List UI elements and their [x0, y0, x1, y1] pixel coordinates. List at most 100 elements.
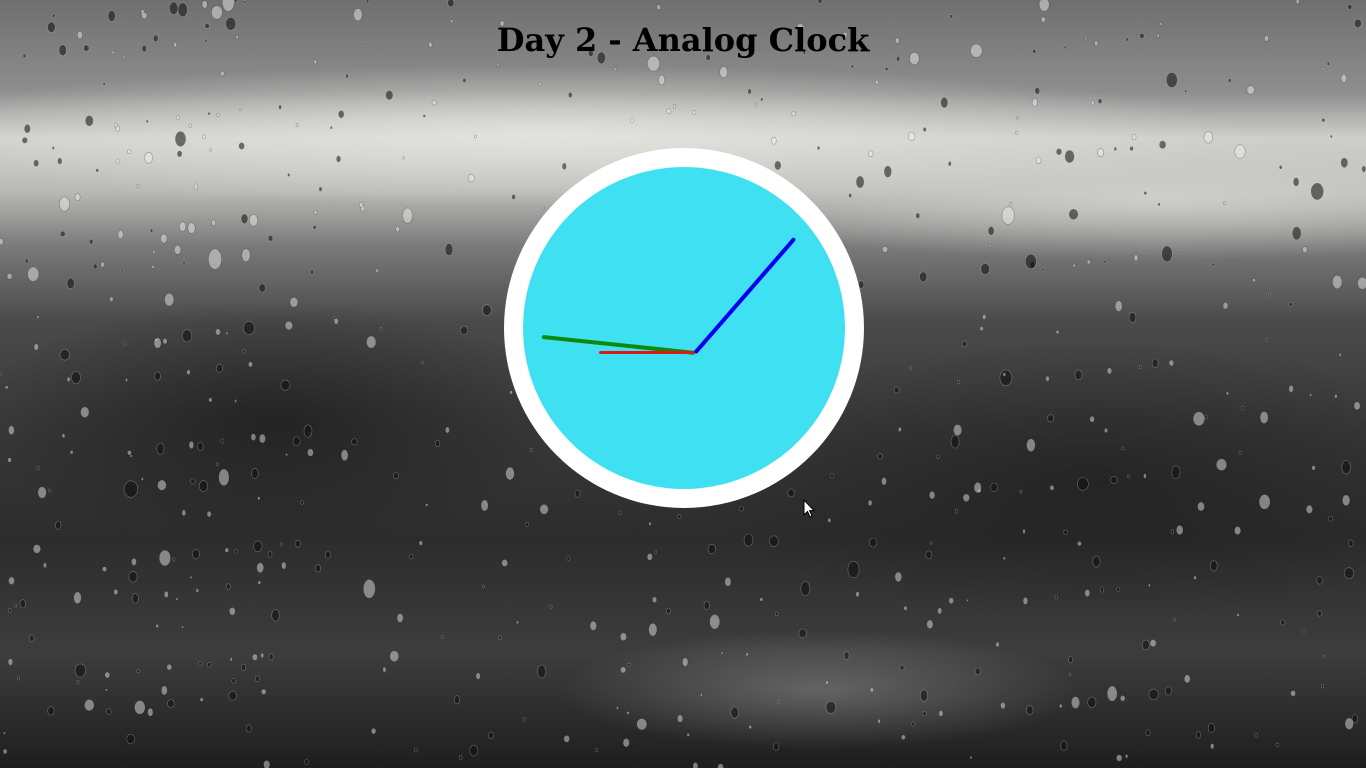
rain-drop: [566, 556, 571, 561]
rain-drop: [800, 581, 811, 596]
rain-drop: [238, 142, 245, 150]
rain-drop: [948, 597, 954, 605]
rain-drop: [271, 609, 280, 622]
rain-drop: [1127, 474, 1131, 479]
rain-drop: [529, 447, 533, 452]
rain-drop: [1100, 586, 1105, 593]
rain-drop: [241, 248, 251, 262]
rain-drop: [24, 258, 29, 264]
rain-drop: [1089, 415, 1095, 423]
rain-drop: [294, 540, 301, 548]
rain-drop: [1000, 701, 1006, 710]
rain-drop: [202, 134, 206, 140]
rain-drop: [181, 509, 187, 517]
rain-drop: [1161, 245, 1173, 263]
rain-drop: [947, 161, 952, 167]
rain-drop: [1227, 78, 1232, 83]
rain-drop: [74, 193, 81, 201]
rain-drop: [874, 79, 879, 85]
rain-drop: [3, 731, 6, 735]
rain-drop: [179, 221, 187, 232]
rain-drop: [894, 571, 902, 583]
rain-drop: [176, 150, 183, 158]
rain-drop: [595, 747, 599, 753]
rain-drop: [1210, 743, 1215, 750]
rain-drop: [1060, 740, 1068, 752]
rain-drop: [1068, 656, 1074, 663]
rain-drop: [261, 688, 267, 695]
rain-drop: [877, 718, 881, 724]
rain-drop: [92, 263, 98, 270]
rain-drop: [738, 506, 744, 512]
rain-drop: [1077, 540, 1082, 547]
rain-drop: [174, 244, 182, 255]
rain-drop: [467, 173, 475, 183]
rain-drop: [303, 424, 313, 438]
rain-drop: [127, 149, 132, 155]
rain-drop: [162, 338, 168, 345]
rain-drop: [980, 263, 991, 275]
rain-drop: [61, 433, 66, 439]
rain-drop: [263, 760, 271, 768]
page-title: Day 2 - Analog Clock: [496, 21, 870, 59]
rain-drop: [66, 277, 75, 290]
rain-drop: [51, 146, 55, 150]
rain-drop: [338, 110, 345, 119]
rain-drop: [589, 620, 597, 631]
rain-drop: [1148, 688, 1159, 701]
rain-drop: [1222, 302, 1229, 310]
rain-drop: [1074, 369, 1083, 380]
rain-drop: [245, 724, 252, 733]
rain-drop: [1197, 501, 1205, 512]
rain-drop: [126, 733, 135, 745]
rain-drop: [1106, 367, 1113, 375]
rain-drop: [431, 99, 437, 106]
rain-drop: [447, 0, 455, 8]
rain-drop: [1133, 254, 1139, 262]
rain-drop: [482, 304, 492, 316]
rain-drop: [1338, 352, 1342, 357]
rain-drop: [36, 315, 40, 319]
rain-drop: [1348, 539, 1354, 547]
rain-drop: [900, 734, 906, 740]
rain-drop: [1077, 477, 1089, 491]
rain-drop: [1157, 202, 1161, 207]
rain-drop: [646, 553, 653, 561]
rain-drop: [1045, 375, 1050, 382]
rain-drop: [102, 82, 106, 87]
rain-drop: [206, 662, 212, 668]
rain-drop: [747, 88, 752, 95]
rain-drop: [869, 687, 874, 693]
rain-drop: [1038, 0, 1050, 12]
rain-drop: [1002, 556, 1006, 561]
rain-drop: [155, 623, 159, 629]
rain-drop: [229, 657, 233, 662]
rain-drop: [181, 329, 193, 343]
second-hand: [693, 236, 797, 355]
rain-drop: [1238, 450, 1242, 455]
rain-drop: [977, 488, 982, 494]
rain-drop: [473, 134, 477, 139]
rain-drop: [151, 265, 155, 269]
rain-drop: [1351, 714, 1358, 724]
rain-drop: [29, 634, 35, 643]
rain-drop: [304, 759, 309, 765]
rain-drop: [95, 168, 99, 173]
rain-drop: [105, 688, 108, 692]
rain-drop: [6, 273, 13, 280]
rain-drop: [240, 213, 249, 225]
rain-drop: [307, 448, 314, 457]
rain-drop: [1171, 465, 1181, 479]
rain-drop: [1343, 567, 1355, 579]
rain-drop: [100, 261, 105, 268]
rain-drop: [909, 366, 912, 370]
rain-drop: [1034, 87, 1041, 95]
rain-drop: [158, 549, 171, 567]
rain-drop: [220, 438, 225, 444]
rain-drop: [1290, 690, 1296, 697]
rain-drop: [1309, 393, 1313, 397]
rain-drop: [1234, 526, 1242, 535]
rain-drop: [102, 566, 108, 572]
rain-drop: [1259, 411, 1269, 424]
rain-drop: [1328, 516, 1333, 522]
